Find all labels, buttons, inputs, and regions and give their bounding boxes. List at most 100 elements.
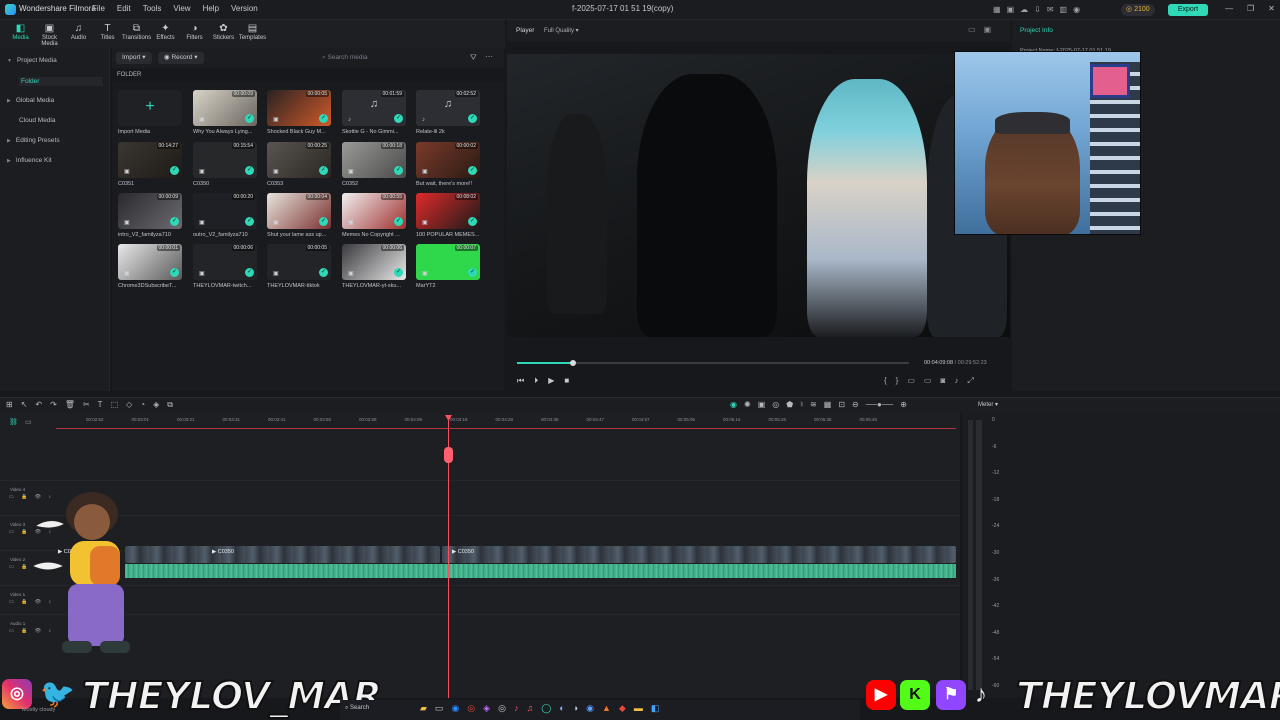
display-icon[interactable]: ▭ — [924, 376, 932, 386]
media-thumbnail[interactable]: 00:00:04 ▣ ✓ — [267, 193, 331, 229]
menu-help[interactable]: Help — [203, 4, 219, 13]
obs-icon[interactable]: ◉ — [586, 703, 594, 714]
tab-media[interactable]: ◧ Media — [6, 20, 35, 48]
menu-edit[interactable]: Edit — [117, 4, 131, 13]
speed-icon[interactable]: ◔ — [140, 400, 145, 410]
credits-badge[interactable]: ◎ 2100 — [1121, 4, 1155, 16]
zoom-in-icon[interactable]: ⊕ — [900, 400, 907, 409]
menu-view[interactable]: View — [173, 4, 190, 13]
project-info-label[interactable]: Project Info — [1020, 27, 1053, 34]
app-icon[interactable]: ◈ — [483, 703, 490, 714]
video-preview[interactable] — [507, 54, 1010, 337]
app-icon[interactable]: ◑ — [573, 703, 578, 714]
media-thumbnail[interactable]: ♫ 00:01:59 ♪ ✓ — [342, 90, 406, 126]
mark-in-icon[interactable]: { — [884, 376, 887, 386]
tab-templates[interactable]: ▤ Templates — [238, 20, 267, 48]
gift-icon[interactable]: ▣ — [1007, 5, 1015, 14]
shield-icon[interactable]: ⬟ — [786, 400, 793, 409]
mic-icon[interactable]: ♮ — [800, 400, 803, 409]
delete-icon[interactable]: 🗑 — [65, 400, 75, 410]
tab-audio[interactable]: ♫ Audio — [64, 20, 93, 48]
media-thumbnail[interactable]: 00:00:05 ▣ ✓ — [267, 244, 331, 280]
maximize-icon[interactable]: ❐ — [1247, 4, 1254, 13]
edge-icon[interactable]: ◉ — [451, 703, 459, 714]
media-thumbnail[interactable]: 00:15:54 ▣ ✓ — [193, 142, 257, 178]
tab-filters[interactable]: ◑ Filters — [180, 20, 209, 48]
app-icon[interactable]: ◧ — [651, 703, 660, 714]
chrome-icon[interactable]: ◎ — [467, 703, 475, 714]
download-icon[interactable]: ⇩ — [1034, 5, 1041, 14]
menu-file[interactable]: File — [92, 4, 105, 13]
undo-icon[interactable]: ↶ — [35, 400, 42, 410]
taskbar-search[interactable]: ⌕ Search — [345, 705, 369, 712]
sidebar-item-global-media[interactable]: ▶ Global Media — [7, 97, 54, 104]
media-thumbnail[interactable]: 00:00:55 ▣ ✓ — [342, 193, 406, 229]
media-thumbnail[interactable]: 00:00:06 ▣ ✓ — [342, 244, 406, 280]
media-thumbnail[interactable]: 00:08:02 ▣ ✓ — [416, 193, 480, 229]
meter-dropdown[interactable]: Meter ▾ — [978, 401, 998, 408]
fullscreen-icon[interactable]: ⤢ — [967, 376, 973, 386]
menu-tools[interactable]: Tools — [143, 4, 162, 13]
media-thumbnail[interactable]: 00:00:01 ▣ ✓ — [118, 244, 182, 280]
media-thumbnail[interactable]: 00:00:06 ▣ ✓ — [193, 244, 257, 280]
marker-icon[interactable]: ◇ — [126, 400, 132, 410]
media-thumbnail[interactable]: 00:00:05 ▣ ✓ — [267, 90, 331, 126]
camera-icon[interactable]: ◙ — [940, 376, 945, 386]
music-icon[interactable]: ♫ — [526, 703, 533, 714]
adjust-icon[interactable]: ▦ — [824, 400, 832, 409]
playhead-handle[interactable] — [444, 447, 453, 463]
quality-dropdown[interactable]: Full Quality ▾ — [544, 27, 579, 34]
video-clip[interactable] — [125, 546, 440, 563]
redo-icon[interactable]: ↷ — [50, 400, 57, 410]
media-thumbnail[interactable]: 00:14:27 ▣ ✓ — [118, 142, 182, 178]
media-thumbnail[interactable]: 00:00:07 ▣ ✓ — [416, 244, 480, 280]
tab-stickers[interactable]: ✿ Stickers — [209, 20, 238, 48]
group-icon[interactable]: ⧉ — [167, 400, 173, 410]
app-icon[interactable]: ▲ — [602, 703, 611, 714]
record-button[interactable]: ◉ Record ▾ — [158, 52, 204, 64]
track-manager-icon[interactable]: ▭ — [25, 418, 32, 426]
notification-icon[interactable]: ✉ — [1047, 5, 1054, 14]
crop-icon[interactable]: ⬚ — [111, 400, 119, 410]
media-thumbnail[interactable]: 00:00:09 ▣ ✓ — [118, 193, 182, 229]
media-thumbnail[interactable]: 00:00:25 ▣ ✓ — [267, 142, 331, 178]
zoom-slider[interactable]: ──●── — [866, 400, 894, 409]
video-clip[interactable] — [442, 546, 956, 563]
volume-icon[interactable]: ♪ — [954, 376, 958, 386]
play-circle-icon[interactable]: ◎ — [772, 400, 779, 409]
minimize-icon[interactable]: — — [1225, 4, 1233, 13]
ai-icon[interactable]: ✺ — [744, 400, 751, 409]
app-icon[interactable]: ◆ — [619, 703, 626, 714]
keyframe-icon[interactable]: ◈ — [153, 400, 159, 410]
export-button[interactable]: Export — [1168, 4, 1208, 16]
split-icon[interactable]: ✂ — [83, 400, 90, 410]
tiktok-icon[interactable]: ♪ — [514, 703, 519, 714]
tab-titles[interactable]: T Titles — [93, 20, 122, 48]
sidebar-item-folder[interactable]: Folder — [19, 77, 103, 86]
prev-frame-icon[interactable]: ⏮ — [517, 376, 524, 386]
sidebar-item-project-media[interactable]: ▼ Project Media — [7, 57, 57, 64]
file-explorer-icon[interactable]: ▰ — [420, 703, 427, 714]
store-icon[interactable]: ▦ — [993, 5, 1001, 14]
import-button[interactable]: Import ▾ — [116, 52, 152, 64]
link-icon[interactable]: ⛓ — [9, 418, 18, 426]
layout-icon[interactable]: ▥ — [1060, 5, 1068, 14]
more-icon[interactable]: ⋯ — [485, 52, 493, 61]
sidebar-item-influence-kit[interactable]: ▶ Influence Kit — [7, 157, 52, 164]
timeline-ruler[interactable]: 00:02:52 00:03:01 00:03:21 00:03:31 00:03:41… — [56, 415, 956, 429]
media-thumbnail[interactable]: 00:00:09 ▣ ✓ — [193, 90, 257, 126]
play-icon[interactable]: ▶ — [548, 376, 554, 386]
cloud-icon[interactable]: ☁ — [1020, 5, 1028, 14]
folder-icon[interactable]: ▬ — [634, 703, 643, 714]
import-media-tile[interactable]: + — [118, 90, 182, 126]
tab-transitions[interactable]: ⧉ Transitions — [122, 20, 151, 48]
text-tool-icon[interactable]: T — [98, 400, 103, 410]
audio-waveform[interactable] — [125, 564, 956, 578]
compare-icon[interactable]: ▭ — [968, 25, 976, 34]
mark-out-icon[interactable]: } — [896, 376, 899, 386]
close-icon[interactable]: ✕ — [1268, 4, 1275, 13]
layout-grid-icon[interactable]: ⊞ — [6, 400, 13, 410]
media-thumbnail[interactable]: 00:00:18 ▣ ✓ — [342, 142, 406, 178]
tab-stock-media[interactable]: ▣ Stock Media — [35, 20, 64, 48]
zoom-out-icon[interactable]: ⊖ — [852, 400, 859, 409]
